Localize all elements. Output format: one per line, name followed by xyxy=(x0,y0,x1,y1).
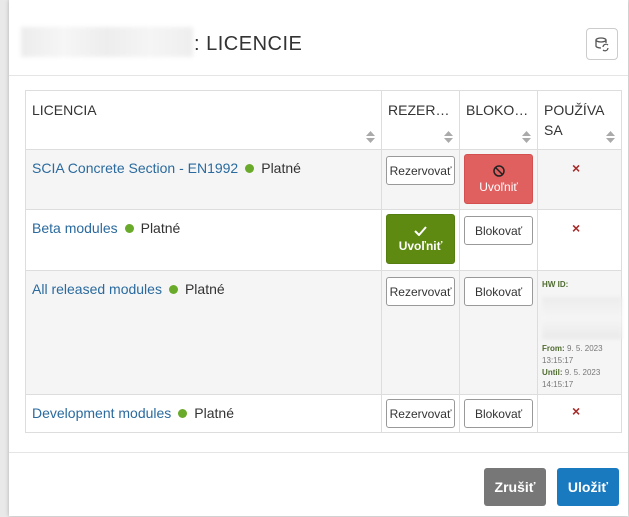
status-dot-icon xyxy=(245,163,255,173)
dialog-footer: Zrušiť Uložiť xyxy=(9,452,628,517)
table-row: All released modules Platné Rezervovať B… xyxy=(24,270,624,395)
license-status: Platné xyxy=(194,405,234,421)
redacted-hw-id xyxy=(542,297,623,339)
sort-icon xyxy=(606,131,615,143)
license-name-link[interactable]: All released modules xyxy=(32,281,162,297)
block-button[interactable]: Blokovať xyxy=(464,277,534,306)
license-status: Platné xyxy=(184,281,225,297)
table-row: Development modules Platné Rezervovať Bl… xyxy=(24,394,622,433)
sort-icon xyxy=(444,131,454,143)
block-button[interactable]: Blokovať xyxy=(464,399,534,428)
release-block-button[interactable]: Uvoľniť xyxy=(464,154,534,204)
hw-id-label: HW ID: xyxy=(542,280,569,289)
reserve-button[interactable]: Rezervovať xyxy=(386,277,456,306)
sort-icon xyxy=(366,131,376,143)
col-header-in-use[interactable]: POUŽÍVA SA xyxy=(537,90,622,150)
col-header-block[interactable]: BLOKO… xyxy=(459,90,539,150)
license-name-link[interactable]: SCIA Concrete Section - EN1992 xyxy=(32,160,238,176)
sort-icon xyxy=(522,131,532,143)
reserve-button[interactable]: Rezervovať xyxy=(386,156,456,185)
dialog-header: : LICENCIE xyxy=(9,0,628,76)
release-reservation-button[interactable]: Uvoľniť xyxy=(386,214,456,264)
col-header-license[interactable]: LICENCIA xyxy=(24,90,383,150)
license-name-link[interactable]: Development modules xyxy=(32,405,171,421)
check-icon xyxy=(414,225,427,236)
refresh-icon xyxy=(595,37,609,52)
cancel-button[interactable]: Zrušiť xyxy=(484,468,546,506)
refresh-button[interactable] xyxy=(586,28,618,60)
redacted-title xyxy=(21,27,193,57)
col-header-reserve[interactable]: REZER… xyxy=(381,90,461,150)
not-in-use-icon: × xyxy=(572,220,581,236)
status-dot-icon xyxy=(124,223,134,233)
license-status: Platné xyxy=(140,220,181,236)
usage-info: HW ID: From: 9. 5. 2023 13:15:17 Until: … xyxy=(542,279,624,391)
status-dot-icon xyxy=(168,284,178,294)
status-dot-icon xyxy=(178,408,188,418)
license-name-link[interactable]: Beta modules xyxy=(32,220,118,236)
save-button[interactable]: Uložiť xyxy=(557,468,619,506)
table-row: SCIA Concrete Section - EN1992 Platné Re… xyxy=(24,149,622,210)
not-in-use-icon: × xyxy=(572,160,581,176)
license-table: LICENCIA REZER… BLOKO… POUŽÍVA SA SCIA C… xyxy=(24,90,624,433)
table-row: Beta modules Platné Uvoľniť Blokovať × xyxy=(24,209,622,271)
block-button[interactable]: Blokovať xyxy=(464,216,534,245)
license-status: Platné xyxy=(261,160,301,176)
dialog-title: : LICENCIE xyxy=(194,33,303,55)
reserve-button[interactable]: Rezervovať xyxy=(386,399,456,428)
ban-icon xyxy=(492,164,505,177)
license-dialog: : LICENCIE LICENCIA REZER… BLOKO… POUŽÍV… xyxy=(9,0,628,516)
not-in-use-icon: × xyxy=(572,403,581,419)
